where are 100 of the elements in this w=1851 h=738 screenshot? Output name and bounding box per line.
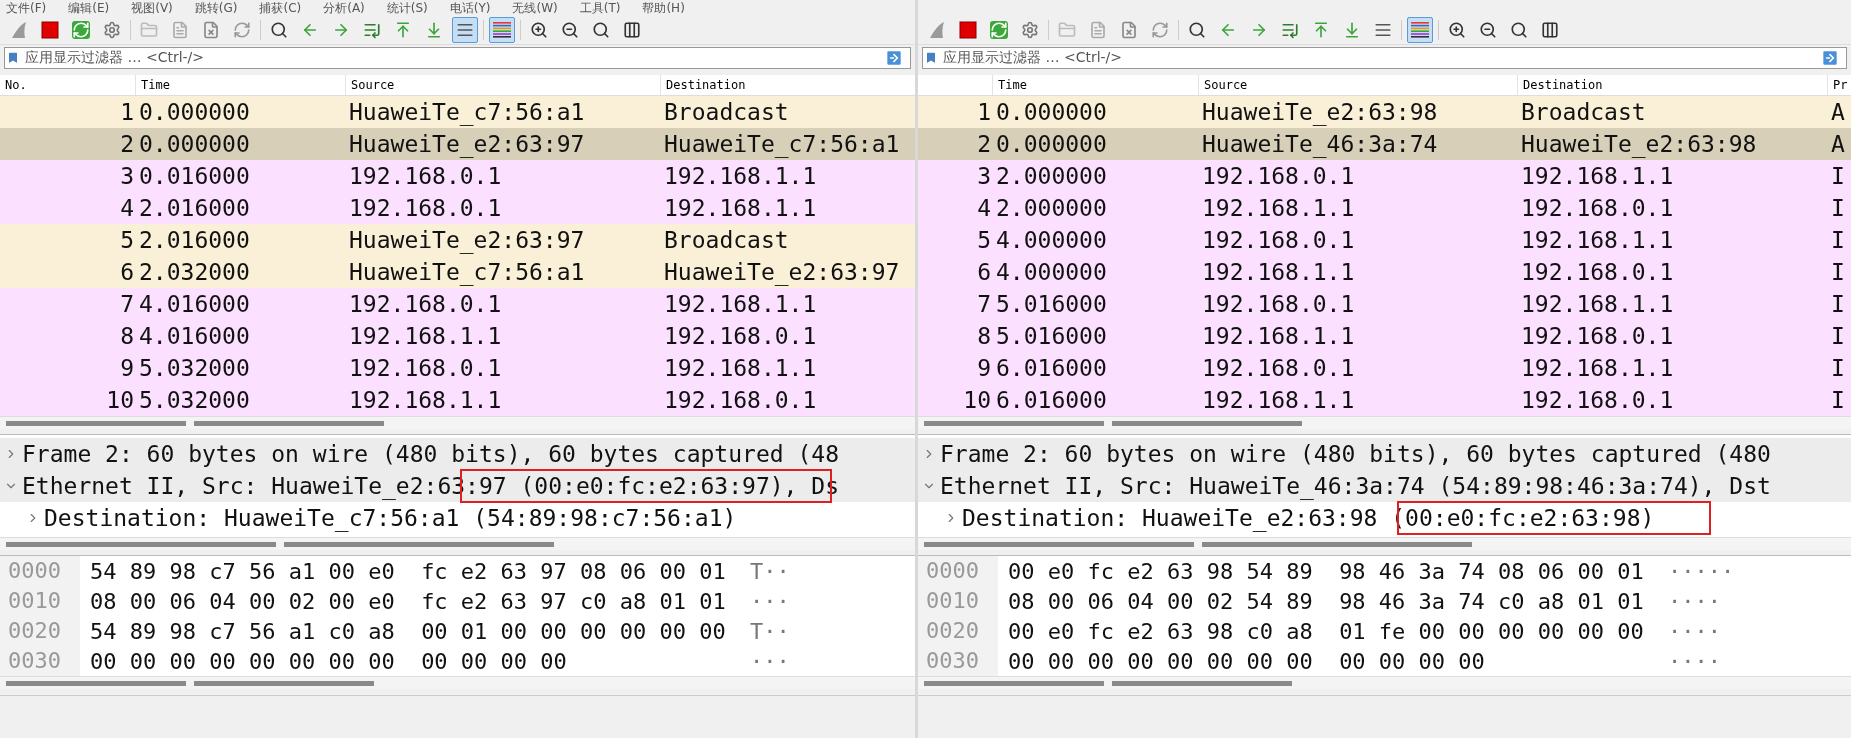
search-icon [270, 21, 288, 39]
tree-row[interactable]: Ethernet II, Src: HuaweiTe_46:3a:74 (54:89:98:46:3a:74), Dst [918, 470, 1851, 502]
packet-row[interactable]: 7 5.016000 192.168.0.1 192.168.1.1 I [918, 288, 1851, 320]
packet-row[interactable]: 2 0.000000 HuaweiTe_e2:63:97 HuaweiTe_c7:56:a1 [0, 128, 915, 160]
column-header[interactable]: Source [1199, 75, 1518, 95]
hex-offset: 0010 [0, 586, 80, 616]
scrollbar[interactable] [0, 537, 915, 550]
tree-row[interactable]: Destination: HuaweiTe_c7:56:a1 (54:89:98:c7:56:a1) [0, 502, 915, 534]
table-cell-text: 192.168.0.1 [1201, 291, 1356, 317]
table-cell-text: 2 [976, 131, 992, 157]
tree-row[interactable]: Frame 2: 60 bytes on wire (480 bits), 60 bytes captured (48 [0, 438, 915, 470]
table-cell-text: 3 [976, 163, 992, 189]
table-cell-text: 192.168.0.1 [1520, 259, 1675, 285]
table-cell-text: 5.016000 [995, 291, 1108, 317]
toolbar-button[interactable] [452, 17, 478, 43]
packet-row[interactable]: 4 2.016000 192.168.0.1 192.168.1.1 [0, 192, 915, 224]
scrollbar[interactable] [918, 416, 1851, 429]
table-cell-text: 5.016000 [995, 323, 1108, 349]
table-cell-text: 0.000000 [995, 131, 1108, 157]
scrollbar[interactable] [0, 676, 915, 689]
menu-item[interactable]: 文件(F) [6, 0, 47, 17]
menu-item[interactable]: 视图(V) [131, 0, 173, 17]
folder-icon [1058, 21, 1076, 39]
table-cell-text: 8 [976, 323, 992, 349]
settings-icon [1021, 21, 1039, 39]
packet-row[interactable]: 1 0.000000 HuaweiTe_c7:56:a1 Broadcast [0, 96, 915, 128]
packet-row[interactable]: 6 2.032000 HuaweiTe_c7:56:a1 HuaweiTe_e2:63:97 [0, 256, 915, 288]
hex-bytes: 08 00 06 04 00 02 00 e0 fc e2 63 97 c0 a8 01 01 [89, 588, 727, 614]
packet-row[interactable]: 10 6.016000 192.168.1.1 192.168.0.1 I [918, 384, 1851, 416]
menu-item[interactable]: 帮助(H) [642, 0, 685, 17]
packet-row[interactable]: 1 0.000000 HuaweiTe_e2:63:98 Broadcast A [918, 96, 1851, 128]
list-arrow-icon [363, 21, 381, 39]
colored-lines-icon [1411, 22, 1429, 38]
stop-icon [959, 21, 977, 39]
column-header[interactable]: No. [0, 75, 136, 95]
packet-row[interactable]: 8 5.016000 192.168.1.1 192.168.0.1 I [918, 320, 1851, 352]
shark-fin-icon [10, 21, 28, 39]
packet-row[interactable]: 8 4.016000 192.168.1.1 192.168.0.1 [0, 320, 915, 352]
menu-item[interactable]: 分析(A) [323, 0, 365, 17]
filter-field[interactable]: 应用显示过滤器 … <Ctrl-/> [922, 47, 1847, 69]
packet-row[interactable]: 9 6.016000 192.168.0.1 192.168.1.1 I [918, 352, 1851, 384]
settings-icon [103, 21, 121, 39]
toolbar-button[interactable] [1407, 17, 1433, 43]
menu-item[interactable]: 捕获(C) [259, 0, 302, 17]
folder-icon [140, 21, 158, 39]
colored-lines-icon [493, 22, 511, 38]
table-cell-text: 7 [976, 291, 992, 317]
table-cell-text: 3 [119, 163, 135, 189]
packet-row[interactable]: 9 5.032000 192.168.0.1 192.168.1.1 [0, 352, 915, 384]
filter-field[interactable]: 应用显示过滤器 … <Ctrl-/> [4, 47, 911, 69]
table-cell-text: I [1830, 387, 1846, 413]
table-cell-text: 2.016000 [138, 227, 251, 253]
scrollbar[interactable] [0, 416, 915, 429]
hex-offset: 0000 [918, 556, 998, 586]
table-cell-text: 6.016000 [995, 387, 1108, 413]
table-cell-text: HuaweiTe_e2:63:97 [348, 131, 586, 157]
menu-item[interactable]: 跳转(G) [194, 0, 238, 17]
table-cell-text: 192.168.0.1 [1201, 227, 1356, 253]
packet-row[interactable]: 5 2.016000 HuaweiTe_e2:63:97 Broadcast [0, 224, 915, 256]
scrollbar[interactable] [918, 537, 1851, 550]
packet-row[interactable]: 5 4.000000 192.168.0.1 192.168.1.1 I [918, 224, 1851, 256]
table-cell-text: 192.168.0.1 [1201, 355, 1356, 381]
column-header[interactable]: Destination [1518, 75, 1828, 95]
packet-row[interactable]: 10 5.032000 192.168.1.1 192.168.0.1 [0, 384, 915, 416]
filter-placeholder: 应用显示过滤器 … <Ctrl-/> [943, 49, 1124, 67]
table-cell-text: 192.168.1.1 [348, 323, 503, 349]
search-icon [1188, 21, 1206, 39]
table-cell-text: 2.016000 [138, 195, 251, 221]
packet-row[interactable]: 3 2.000000 192.168.0.1 192.168.1.1 I [918, 160, 1851, 192]
table-cell-text: 4.000000 [995, 227, 1108, 253]
column-header[interactable]: Time [993, 75, 1199, 95]
packet-row[interactable]: 7 4.016000 192.168.0.1 192.168.1.1 [0, 288, 915, 320]
packet-row[interactable]: 4 2.000000 192.168.1.1 192.168.0.1 I [918, 192, 1851, 224]
tree-row[interactable]: Frame 2: 60 bytes on wire (480 bits), 60 bytes captured (480 [918, 438, 1851, 470]
column-header[interactable]: Source [346, 75, 661, 95]
toolbar-button[interactable] [489, 17, 515, 43]
table-cell-text: 0.000000 [138, 99, 251, 125]
ascii-text: ····· [1668, 558, 1735, 584]
table-cell-text: 4.000000 [995, 259, 1108, 285]
menu-item[interactable]: 无线(W) [512, 0, 558, 17]
packet-row[interactable]: 3 0.016000 192.168.0.1 192.168.1.1 [0, 160, 915, 192]
column-header[interactable]: Time [136, 75, 346, 95]
scrollbar[interactable] [918, 676, 1851, 689]
table-cell-text: 5.032000 [138, 355, 251, 381]
table-cell-text: I [1830, 291, 1846, 317]
packet-row[interactable]: 6 4.000000 192.168.1.1 192.168.0.1 I [918, 256, 1851, 288]
menu-item[interactable]: 编辑(E) [68, 0, 110, 17]
hex-bytes: 00 00 00 00 00 00 00 00 00 00 00 00 [1007, 648, 1486, 674]
menu-item[interactable]: 电话(Y) [449, 0, 491, 17]
tree-item-text: Frame 2: 60 bytes on wire (480 bits), 60 bytes captured (48 [22, 441, 839, 467]
table-cell-text: 5 [119, 227, 135, 253]
menu-item[interactable]: 工具(T) [579, 0, 621, 17]
column-header[interactable]: Pr [1828, 75, 1851, 95]
restart-icon [72, 21, 90, 39]
arrow-up-icon [394, 21, 412, 39]
packet-row[interactable]: 2 0.000000 HuaweiTe_46:3a:74 HuaweiTe_e2:63:98 A [918, 128, 1851, 160]
table-cell-text: 0.016000 [138, 163, 251, 189]
stop-icon [41, 21, 59, 39]
menu-item[interactable]: 统计(S) [386, 0, 428, 17]
table-cell-text: 4.016000 [138, 323, 251, 349]
